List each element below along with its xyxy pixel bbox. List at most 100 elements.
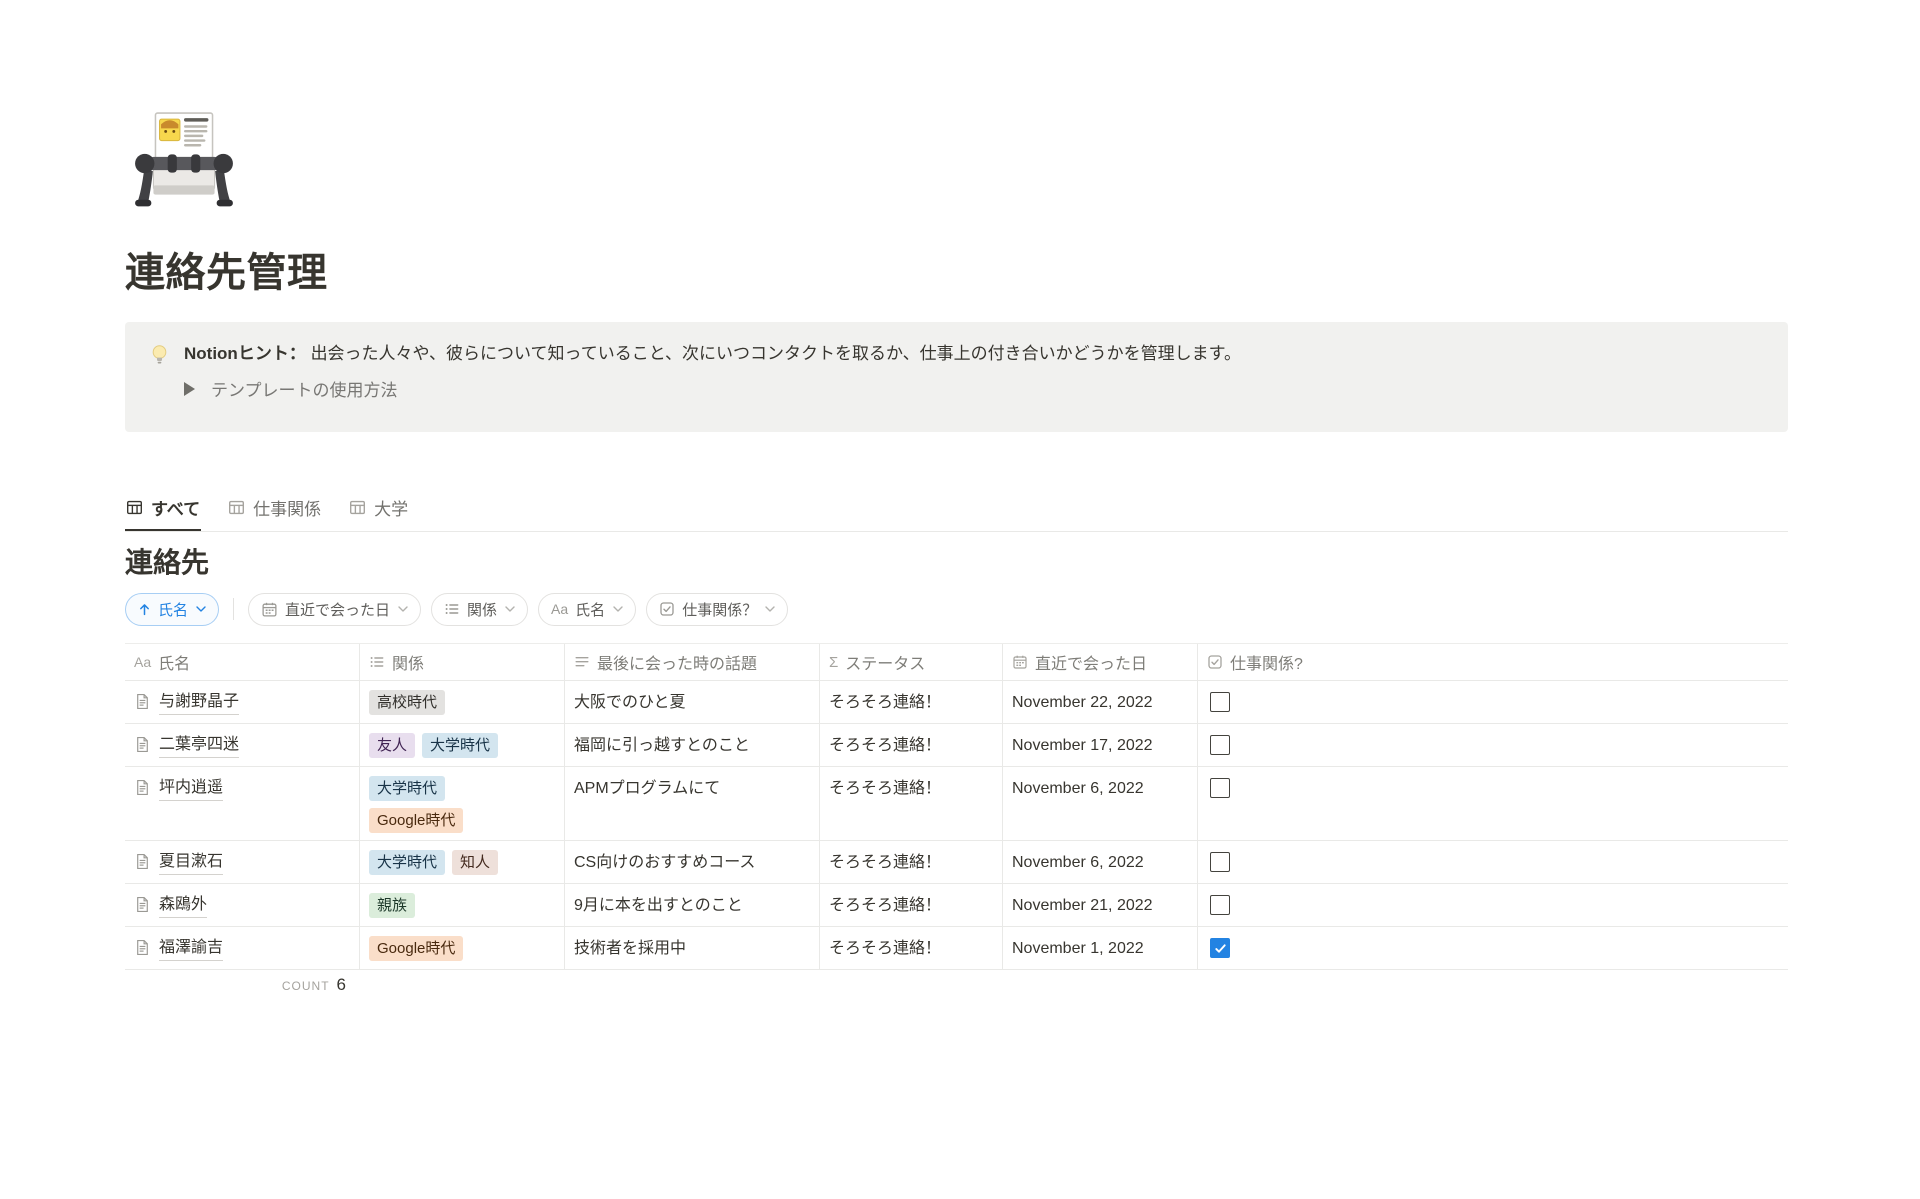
filter-chip-last-met-date[interactable]: 直近で会った日 [248,593,421,626]
relation-cell[interactable]: 親族 [360,884,565,926]
work-related-cell[interactable] [1198,724,1788,766]
filter-chip-relation[interactable]: 関係 [431,593,528,626]
column-header-name[interactable]: Aa 氏名 [125,644,360,680]
date-cell[interactable]: November 21, 2022 [1003,884,1198,926]
text-property-icon: Aa [551,601,568,617]
relation-cell[interactable]: 高校時代 [360,681,565,723]
checkbox-checked[interactable] [1210,938,1230,958]
status-cell[interactable]: そろそろ連絡！ [820,681,1003,723]
status-cell[interactable]: そろそろ連絡！ [820,927,1003,969]
contacts-table: Aa 氏名 関係 最後に会った時の話題 Σ ステータス 直近で会った日 [125,643,1788,970]
checkbox-unchecked[interactable] [1210,895,1230,915]
tag[interactable]: Google時代 [369,808,463,833]
card-index-rolodex-icon [131,110,237,216]
work-related-cell[interactable] [1198,884,1788,926]
date-cell[interactable]: November 17, 2022 [1003,724,1198,766]
page-title[interactable]: 連絡先管理 [125,240,328,298]
relation-cell[interactable]: 大学時代 知人 [360,841,565,883]
relation-cell[interactable]: 大学時代 Google時代 [360,767,565,840]
contact-name[interactable]: 与謝野晶子 [159,691,239,715]
column-label: 直近で会った日 [1035,650,1147,674]
contact-name[interactable]: 福澤諭吉 [159,937,223,961]
name-cell[interactable]: 坪内逍遥 [125,767,360,840]
tag[interactable]: 親族 [369,893,415,918]
filter-chip-label: 直近で会った日 [285,599,390,620]
multi-select-icon [369,654,385,670]
work-related-cell[interactable] [1198,681,1788,723]
tab-label: 大学 [374,495,408,520]
topic-cell[interactable]: 9月に本を出すとのこと [565,884,820,926]
template-usage-toggle[interactable]: テンプレートの使用方法 [184,376,1764,401]
date-cell[interactable]: November 6, 2022 [1003,767,1198,840]
tag[interactable]: 友人 [369,733,415,758]
contact-name[interactable]: 坪内逍遥 [159,777,223,801]
table-view-icon [126,499,143,516]
topic-cell[interactable]: APMプログラムにて [565,767,820,840]
tag[interactable]: 知人 [452,850,498,875]
date-cell[interactable]: November 6, 2022 [1003,841,1198,883]
multi-select-icon [444,601,460,617]
topic-cell[interactable]: CS向けのおすすめコース [565,841,820,883]
work-related-cell[interactable] [1198,927,1788,969]
column-header-relation[interactable]: 関係 [360,644,565,680]
column-header-topic[interactable]: 最後に会った時の話題 [565,644,820,680]
status-cell[interactable]: そろそろ連絡！ [820,767,1003,840]
column-label: 関係 [392,650,424,674]
contact-name[interactable]: 二葉亭四迷 [159,734,239,758]
tag[interactable]: 大学時代 [369,850,445,875]
tag[interactable]: 大学時代 [369,776,445,801]
toggle-triangle-icon [184,382,195,396]
table-footer-count[interactable]: COUNT 6 [125,975,360,995]
relation-cell[interactable]: 友人 大学時代 [360,724,565,766]
table-header-row: Aa 氏名 関係 最後に会った時の話題 Σ ステータス 直近で会った日 [125,643,1788,681]
tab-work[interactable]: 仕事関係 [227,486,322,531]
lightbulb-icon [148,343,171,366]
calendar-icon [261,601,278,618]
table-row: 坪内逍遥 大学時代 Google時代 APMプログラムにて そろそろ連絡！ No… [125,767,1788,841]
page-icon-card-index[interactable] [131,110,237,216]
column-label: 氏名 [158,650,190,674]
date-cell[interactable]: November 22, 2022 [1003,681,1198,723]
arrow-up-icon [138,603,151,616]
filter-chip-name[interactable]: Aa 氏名 [538,593,636,626]
table-view-icon [228,499,245,516]
name-cell[interactable]: 森鴎外 [125,884,360,926]
checkbox-unchecked[interactable] [1210,735,1230,755]
work-related-cell[interactable] [1198,767,1788,840]
tag[interactable]: Google時代 [369,936,463,961]
tag[interactable]: 高校時代 [369,690,445,715]
topic-cell[interactable]: 技術者を採用中 [565,927,820,969]
tab-university[interactable]: 大学 [348,486,409,531]
topic-cell[interactable]: 福岡に引っ越すとのこと [565,724,820,766]
column-label: 最後に会った時の話題 [597,650,757,674]
tag[interactable]: 大学時代 [422,733,498,758]
name-cell[interactable]: 夏目漱石 [125,841,360,883]
checkbox-unchecked[interactable] [1210,852,1230,872]
column-header-last-met-date[interactable]: 直近で会った日 [1003,644,1198,680]
chevron-down-icon [398,606,408,612]
chevron-down-icon [505,606,515,612]
relation-cell[interactable]: Google時代 [360,927,565,969]
contact-name[interactable]: 夏目漱石 [159,851,223,875]
name-cell[interactable]: 与謝野晶子 [125,681,360,723]
database-title[interactable]: 連絡先 [125,541,209,581]
work-related-cell[interactable] [1198,841,1788,883]
page-doc-icon [134,736,151,753]
topic-cell[interactable]: 大阪でのひと夏 [565,681,820,723]
column-header-work-related[interactable]: 仕事関係? [1198,644,1788,680]
hint-callout: Notionヒント： 出会った人々や、彼らについて知っていること、次にいつコンタ… [125,322,1788,432]
page-doc-icon [134,853,151,870]
status-cell[interactable]: そろそろ連絡！ [820,884,1003,926]
date-cell[interactable]: November 1, 2022 [1003,927,1198,969]
checkbox-unchecked[interactable] [1210,778,1230,798]
contact-name[interactable]: 森鴎外 [159,894,207,918]
checkbox-unchecked[interactable] [1210,692,1230,712]
status-cell[interactable]: そろそろ連絡！ [820,724,1003,766]
filter-chip-work-related[interactable]: 仕事関係？ [646,593,788,626]
status-cell[interactable]: そろそろ連絡！ [820,841,1003,883]
tab-all[interactable]: すべて [125,486,201,531]
column-header-status[interactable]: Σ ステータス [820,644,1003,680]
sort-chip-name[interactable]: 氏名 [125,593,219,626]
name-cell[interactable]: 福澤諭吉 [125,927,360,969]
name-cell[interactable]: 二葉亭四迷 [125,724,360,766]
